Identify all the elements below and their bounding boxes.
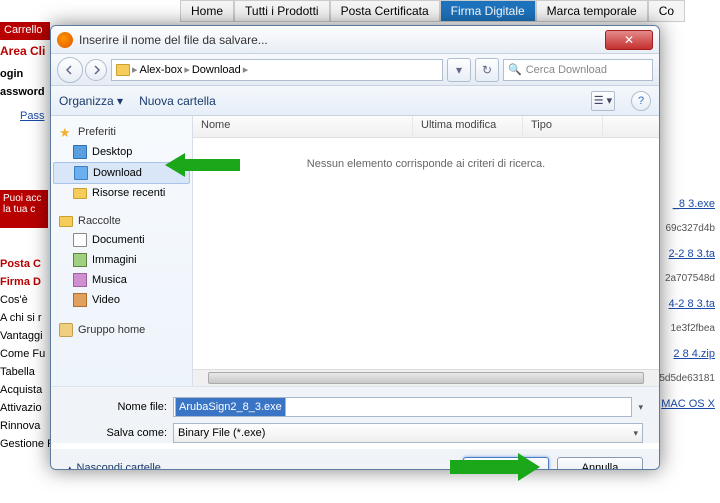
image-icon: [73, 253, 87, 267]
breadcrumb-segment[interactable]: Alex-box: [140, 64, 183, 76]
dl-link-5[interactable]: MAC OS X: [661, 398, 715, 410]
search-icon: 🔍: [508, 63, 522, 76]
nav-tab-posta[interactable]: Posta Certificata: [330, 0, 440, 22]
view-options-button[interactable]: ☰ ▾: [591, 91, 615, 111]
star-icon: ★: [59, 125, 73, 139]
horizontal-scrollbar[interactable]: [193, 369, 659, 386]
folder-icon: [116, 64, 130, 76]
video-icon: [73, 293, 87, 307]
sidebar-item-recent[interactable]: Risorse recenti: [51, 184, 192, 202]
dropdown-arrow-icon: ▾: [633, 428, 638, 439]
nav-tab-home[interactable]: Home: [180, 0, 234, 22]
dialog-title: Inserire il nome del file da salvare...: [79, 33, 268, 47]
sidebar-homegroup-header[interactable]: Gruppo home: [51, 320, 192, 340]
filename-label: Nome file:: [67, 401, 167, 413]
file-list-area[interactable]: Nome Ultima modifica Tipo Nessun element…: [193, 116, 659, 386]
nav-tab-products[interactable]: Tutti i Prodotti: [234, 0, 330, 22]
breadcrumb-dropdown-button[interactable]: ▾: [447, 58, 471, 82]
dialog-body: ★Preferiti Desktop Download Risorse rece…: [51, 116, 659, 386]
empty-folder-message: Nessun elemento corrisponde ai criteri d…: [193, 138, 659, 170]
new-folder-button[interactable]: Nuova cartella: [139, 94, 216, 108]
back-button[interactable]: [57, 57, 83, 83]
annotation-arrow-save: [450, 451, 540, 483]
save-file-dialog: Inserire il nome del file da salvare... …: [50, 25, 660, 470]
help-button[interactable]: ?: [631, 91, 651, 111]
login-label: ogin: [0, 68, 23, 80]
folder-icon: [73, 188, 87, 199]
firefox-icon: [57, 32, 73, 48]
music-icon: [73, 273, 87, 287]
saveas-value: Binary File (*.exe): [178, 427, 265, 439]
hide-folders-link[interactable]: ▴ Nascondi cartelle: [67, 462, 161, 471]
organize-menu[interactable]: Organizza ▾: [59, 94, 123, 108]
save-form: Nome file: ArubaSign2_8_3.exe ▾ Salva co…: [51, 386, 659, 443]
column-headers: Nome Ultima modifica Tipo: [193, 116, 659, 138]
chevron-up-icon: ▴: [67, 462, 73, 471]
dialog-titlebar[interactable]: Inserire il nome del file da salvare... …: [51, 26, 659, 54]
sidebar-item-video[interactable]: Video: [51, 290, 192, 310]
download-links: _8 3.exe69c327d4b 2-2 8 3.ta2a707548d 4-…: [659, 185, 715, 423]
breadcrumb[interactable]: ▸ Alex-box ▸ Download ▸: [111, 59, 443, 81]
forward-button[interactable]: [85, 59, 107, 81]
sidebar-item-music[interactable]: Musica: [51, 270, 192, 290]
dialog-bottom-bar: ▴ Nascondi cartelle Salva Annulla: [51, 449, 659, 470]
filename-value: ArubaSign2_8_3.exe: [175, 397, 286, 417]
homegroup-icon: [59, 323, 73, 337]
breadcrumb-segment[interactable]: Download: [192, 64, 241, 76]
desktop-icon: [73, 145, 87, 159]
cart-bar: Carrello: [0, 22, 50, 40]
back-arrow-icon: [65, 65, 75, 75]
webpage-nav-tabs: Home Tutti i Prodotti Posta Certificata …: [180, 0, 685, 22]
close-button[interactable]: ✕: [605, 30, 653, 50]
forward-arrow-icon: [91, 65, 101, 75]
dl-link-3[interactable]: 4-2 8 3.ta: [669, 298, 715, 310]
sidebar-favorites-header[interactable]: ★Preferiti: [51, 122, 192, 142]
libraries-icon: [59, 216, 73, 227]
sidebar-libraries-header[interactable]: Raccolte: [51, 212, 192, 230]
search-placeholder: Cerca Download: [526, 64, 607, 76]
filename-dropdown-icon[interactable]: ▾: [638, 402, 643, 413]
area-clienti-label: Area Cli: [0, 44, 45, 58]
download-icon: [74, 166, 88, 180]
search-input[interactable]: 🔍 Cerca Download: [503, 59, 653, 81]
password-link[interactable]: Pass: [20, 110, 44, 122]
document-icon: [73, 233, 87, 247]
dl-link-2[interactable]: 2-2 8 3.ta: [669, 248, 715, 260]
column-name[interactable]: Nome: [193, 116, 413, 137]
dialog-toolbar: Organizza ▾ Nuova cartella ☰ ▾ ?: [51, 86, 659, 116]
cancel-button[interactable]: Annulla: [557, 457, 643, 470]
refresh-button[interactable]: ↻: [475, 58, 499, 82]
saveas-dropdown[interactable]: Binary File (*.exe) ▾: [173, 423, 643, 443]
sidebar-item-images[interactable]: Immagini: [51, 250, 192, 270]
filename-input[interactable]: ArubaSign2_8_3.exe: [173, 397, 632, 417]
nav-tab-co[interactable]: Co: [648, 0, 685, 22]
dl-link-1[interactable]: _8 3.exe: [673, 198, 715, 210]
column-type[interactable]: Tipo: [523, 116, 603, 137]
dl-link-4[interactable]: 2 8 4.zip: [673, 348, 715, 360]
annotation-arrow-download: [165, 150, 240, 180]
nav-tab-marca[interactable]: Marca temporale: [536, 0, 648, 22]
nav-tab-firma[interactable]: Firma Digitale: [440, 0, 536, 22]
sidebar-item-documents[interactable]: Documenti: [51, 230, 192, 250]
dialog-navbar: ▸ Alex-box ▸ Download ▸ ▾ ↻ 🔍 Cerca Down…: [51, 54, 659, 86]
saveas-label: Salva come:: [67, 427, 167, 439]
password-label: assword: [0, 86, 45, 98]
column-modified[interactable]: Ultima modifica: [413, 116, 523, 137]
info-redbox: Puoi accla tua c: [0, 190, 48, 228]
